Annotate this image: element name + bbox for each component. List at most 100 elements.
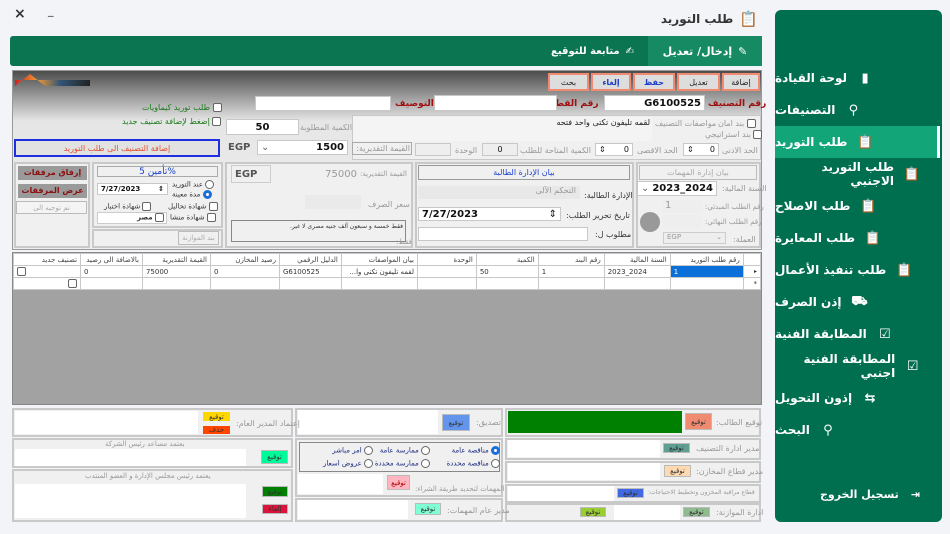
gm-sign-button[interactable]: توقيع	[203, 412, 230, 421]
on-delivery-radio[interactable]: عند التوريد	[172, 180, 215, 189]
gm-approval-input[interactable]	[15, 411, 198, 434]
column-header[interactable]: رصيد المخازن	[209, 253, 280, 266]
sidebar-item-4[interactable]: 📋 طلب الاصلاح	[775, 190, 934, 222]
column-header[interactable]: بالاضافة الى رصيد	[80, 253, 143, 266]
cancel-button[interactable]: إلغاء	[591, 73, 631, 91]
sidebar-item-8[interactable]: ☑ المطابقة الفنية	[775, 318, 934, 350]
column-header[interactable]: تصنيف جديد	[12, 253, 82, 266]
assistant-sign-button[interactable]: توقيع	[261, 450, 288, 464]
column-header[interactable]: الدليل الرقمي	[278, 253, 342, 266]
logout-button[interactable]: ⇥ تسجيل الخروج	[790, 488, 920, 501]
grid-cell[interactable]: 0	[80, 265, 143, 278]
column-header[interactable]: الوحدة	[416, 253, 477, 266]
approval-sign-button[interactable]: توقيع	[442, 414, 470, 431]
gm-supplies-sign-button[interactable]: توقيع	[415, 503, 441, 515]
column-header[interactable]: القيمة التقديرية	[141, 253, 211, 266]
column-header[interactable]: السنة المالية	[603, 253, 671, 266]
unit-price-select[interactable]: 1500 ⌄	[257, 140, 348, 155]
tab-follow-up[interactable]: ✍ متابعة للتوقيع	[540, 36, 645, 66]
grid-cell[interactable]: 1	[669, 265, 744, 278]
print-icon[interactable]	[640, 212, 660, 232]
class-no-input[interactable]: G6100525	[604, 95, 705, 111]
grid-cell[interactable]: 50	[475, 265, 539, 278]
origin-country[interactable]: مصر	[97, 212, 167, 224]
required-for-input[interactable]	[418, 227, 588, 241]
purchase-method-sign-button[interactable]: توقيع	[387, 475, 410, 490]
class-mgr-input[interactable]	[508, 440, 660, 457]
grid-cell[interactable]	[12, 265, 82, 278]
sidebar-item-11[interactable]: ⚲ البحث	[775, 414, 934, 446]
grid-cell[interactable]: 75000	[141, 265, 211, 278]
new-row[interactable]: *	[12, 277, 762, 290]
requester-sign-button[interactable]: توقيع	[685, 413, 712, 430]
search-button[interactable]: بحث	[548, 73, 589, 91]
column-header[interactable]: الكمية	[475, 253, 539, 266]
strategic-checkbox[interactable]: بند استراتيجي	[705, 130, 763, 139]
gm-supplies-input[interactable]	[298, 500, 408, 519]
budget-input[interactable]	[614, 505, 680, 520]
tab-edit[interactable]: ✎ إدخال/ تعديل	[648, 36, 762, 66]
stores-mgr-sign-button[interactable]: توقيع	[664, 465, 691, 477]
budget-sign-button-2[interactable]: توقيع	[580, 507, 606, 517]
grid-cell[interactable]: 1	[537, 265, 605, 278]
request-date-input[interactable]: 7/27/2023 ⇕	[418, 207, 561, 221]
grid-cell[interactable]: لقمه تليفون تكتى وا...	[340, 265, 418, 278]
sidebar-item-6[interactable]: 📋 طلب تنفيذ الأعمال	[775, 254, 934, 286]
table-row[interactable]: ▸ 1 2024_2023 1 50 لقمه تليفون تكتى وا... G610…	[12, 265, 762, 278]
inventory-sign-button[interactable]: توقيع	[617, 488, 644, 498]
budget-sign-button[interactable]: توقيع	[683, 507, 710, 517]
gm-delete-button[interactable]: حذف	[203, 426, 230, 434]
add-button[interactable]: إضافة	[722, 73, 760, 91]
grid-cell[interactable]: 0	[209, 265, 280, 278]
assistant-input[interactable]	[15, 449, 246, 466]
grid-cell[interactable]	[416, 265, 477, 278]
purchase-method-radio[interactable]: مناقصة محددة	[425, 459, 500, 468]
chairman-input[interactable]	[15, 484, 246, 518]
purchase-method-radio[interactable]: عروض اسعار	[298, 459, 373, 468]
close-button[interactable]: ×	[14, 6, 26, 22]
column-header[interactable]: رقم طلب التوريد	[669, 253, 744, 266]
sidebar-item-0[interactable]: ▮ لوحة القيادة	[775, 62, 934, 94]
sidebar-item-1[interactable]: ⚲ التصنيفات	[775, 94, 934, 126]
max-spinner[interactable]: 0 ⇕	[595, 143, 633, 156]
budget-item-button[interactable]: بند الموازنة	[178, 231, 219, 245]
approval-input[interactable]	[298, 410, 438, 434]
purchase-method-radio[interactable]: مناقصة عامة	[425, 446, 500, 455]
sidebar-item-7[interactable]: ⛟ إذن الصرف	[775, 286, 934, 318]
safety-checkbox[interactable]: بند امان	[718, 119, 756, 128]
period-radio[interactable]: مدة معينة	[172, 190, 212, 199]
minimize-button[interactable]: _	[48, 4, 54, 17]
fiscal-year-select[interactable]: ⌄ 2023_2024	[637, 181, 717, 196]
edit-button[interactable]: تعديل	[677, 73, 720, 91]
save-button[interactable]: حفظ	[633, 73, 675, 91]
purchase-method-input[interactable]	[298, 474, 383, 494]
grid-cell[interactable]: 2024_2023	[603, 265, 671, 278]
inventory-input[interactable]	[508, 486, 614, 501]
origin-cert-checkbox[interactable]: شهادة منشا	[170, 213, 216, 222]
add-new-class-checkbox[interactable]: إضغط لإضافة تصنيف جديد	[122, 117, 222, 126]
currency-select[interactable]: EGP ⌄	[663, 232, 726, 244]
qty-input[interactable]: 50	[226, 119, 299, 135]
chairman-sign-button[interactable]: توقيع	[262, 486, 288, 497]
analysis-cert-checkbox[interactable]: شهادة تحاليل	[168, 202, 218, 211]
view-attachments-button[interactable]: عرض المرفقات	[18, 184, 87, 198]
sidebar-item-2[interactable]: 📋 طلب التوريد	[775, 126, 940, 158]
chairman-cancel-button[interactable]: إلغاء	[262, 504, 288, 514]
sidebar-item-9[interactable]: ☑ المطابقة الفنية اجنبي	[775, 350, 934, 382]
sidebar-item-3[interactable]: 📋 طلب التوريد الاجنبي	[775, 158, 934, 190]
test-cert-checkbox[interactable]: شهادة اختبار	[104, 202, 152, 211]
new-class-checkbox[interactable]	[17, 267, 26, 276]
description-input[interactable]	[255, 96, 391, 111]
attach-files-button[interactable]: إرفاق مرفقات	[18, 166, 87, 180]
insurance-date-input[interactable]: 7/27/2023 ⇕	[97, 183, 168, 195]
estimated-value-button[interactable]: القيمة التقديرية:	[352, 142, 412, 155]
purchase-method-radio[interactable]: امر مباشر	[298, 446, 373, 455]
stores-mgr-input[interactable]	[508, 463, 660, 480]
class-mgr-sign-button[interactable]: توقيع	[663, 443, 690, 453]
grid-cell[interactable]: G6100525	[278, 265, 342, 278]
part-no-input[interactable]	[434, 95, 557, 111]
column-header[interactable]: رقم البند	[537, 253, 605, 266]
chemicals-checkbox[interactable]: طلب توريد كيماويات	[142, 103, 222, 112]
forwarded-to-button[interactable]: تم توجيه الى	[16, 201, 87, 214]
sidebar-item-10[interactable]: ⇆ إذون التحويل	[775, 382, 934, 414]
